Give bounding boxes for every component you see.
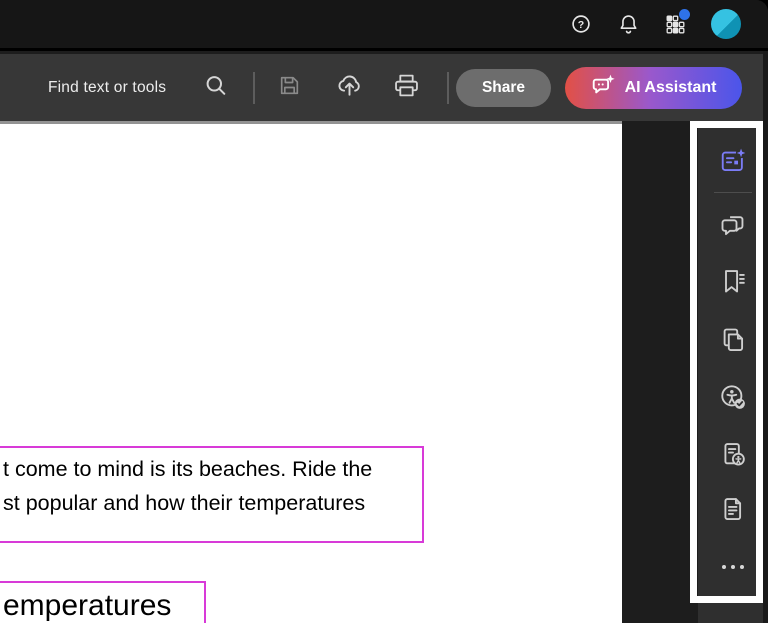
save-icon[interactable] (277, 73, 302, 103)
window-edge (763, 51, 768, 623)
bookmarks-button[interactable] (719, 267, 747, 295)
annotated-heading: emperatures (0, 581, 206, 623)
pdf-page[interactable]: t come to mind is its beaches. Ride the … (0, 121, 622, 623)
toolbar-divider (253, 71, 255, 104)
person-check-icon (721, 385, 745, 409)
app-top-bar: ? (0, 0, 768, 51)
help-icon[interactable]: ? (570, 13, 592, 35)
search-icon[interactable] (204, 73, 228, 102)
comments-button[interactable] (719, 211, 747, 239)
comments-icon (721, 216, 744, 236)
ai-assistant-label: AI Assistant (624, 78, 717, 96)
more-tools-button[interactable] (719, 553, 747, 581)
paragraph-line: st popular and how their temperatures (3, 491, 366, 515)
chat-sparkle-icon (591, 73, 616, 103)
page-summary-button[interactable] (719, 495, 747, 523)
organize-pages-button[interactable] (719, 326, 747, 354)
page-copy-icon (723, 328, 744, 351)
cloud-upload-icon[interactable] (336, 72, 363, 104)
accessibility-check-button[interactable] (719, 383, 747, 411)
avatar[interactable] (711, 9, 741, 39)
paragraph-line: t come to mind is its beaches. Ride the (3, 457, 373, 481)
heading-text: emperatures (3, 589, 172, 622)
acrobat-window: ? Find text or tools Share AI Assistant … (0, 0, 768, 623)
document-lines-icon (724, 498, 742, 520)
toolbar-divider (447, 71, 449, 104)
more-options-icon (722, 565, 726, 569)
notifications-bell-icon[interactable] (617, 13, 640, 36)
document-toolbar: Find text or tools Share AI Assistant (0, 54, 768, 121)
svg-text:?: ? (578, 19, 584, 31)
share-button[interactable]: Share (456, 68, 551, 107)
ai-assistant-icon (721, 147, 747, 172)
right-tool-rail (698, 121, 768, 623)
notification-dot (679, 8, 690, 20)
find-text-or-tools[interactable]: Find text or tools (48, 79, 166, 97)
reading-accessibility-button[interactable] (719, 440, 747, 468)
print-icon[interactable] (393, 72, 420, 104)
ai-assistant-button[interactable]: AI Assistant (565, 66, 742, 109)
document-person-icon (724, 443, 745, 466)
annotated-paragraph: t come to mind is its beaches. Ride the … (0, 446, 424, 543)
bookmarks-icon (725, 270, 745, 293)
rail-divider (714, 192, 752, 193)
sidebar-ai-assistant-button[interactable] (719, 147, 747, 175)
apps-grid-icon[interactable] (665, 8, 690, 35)
